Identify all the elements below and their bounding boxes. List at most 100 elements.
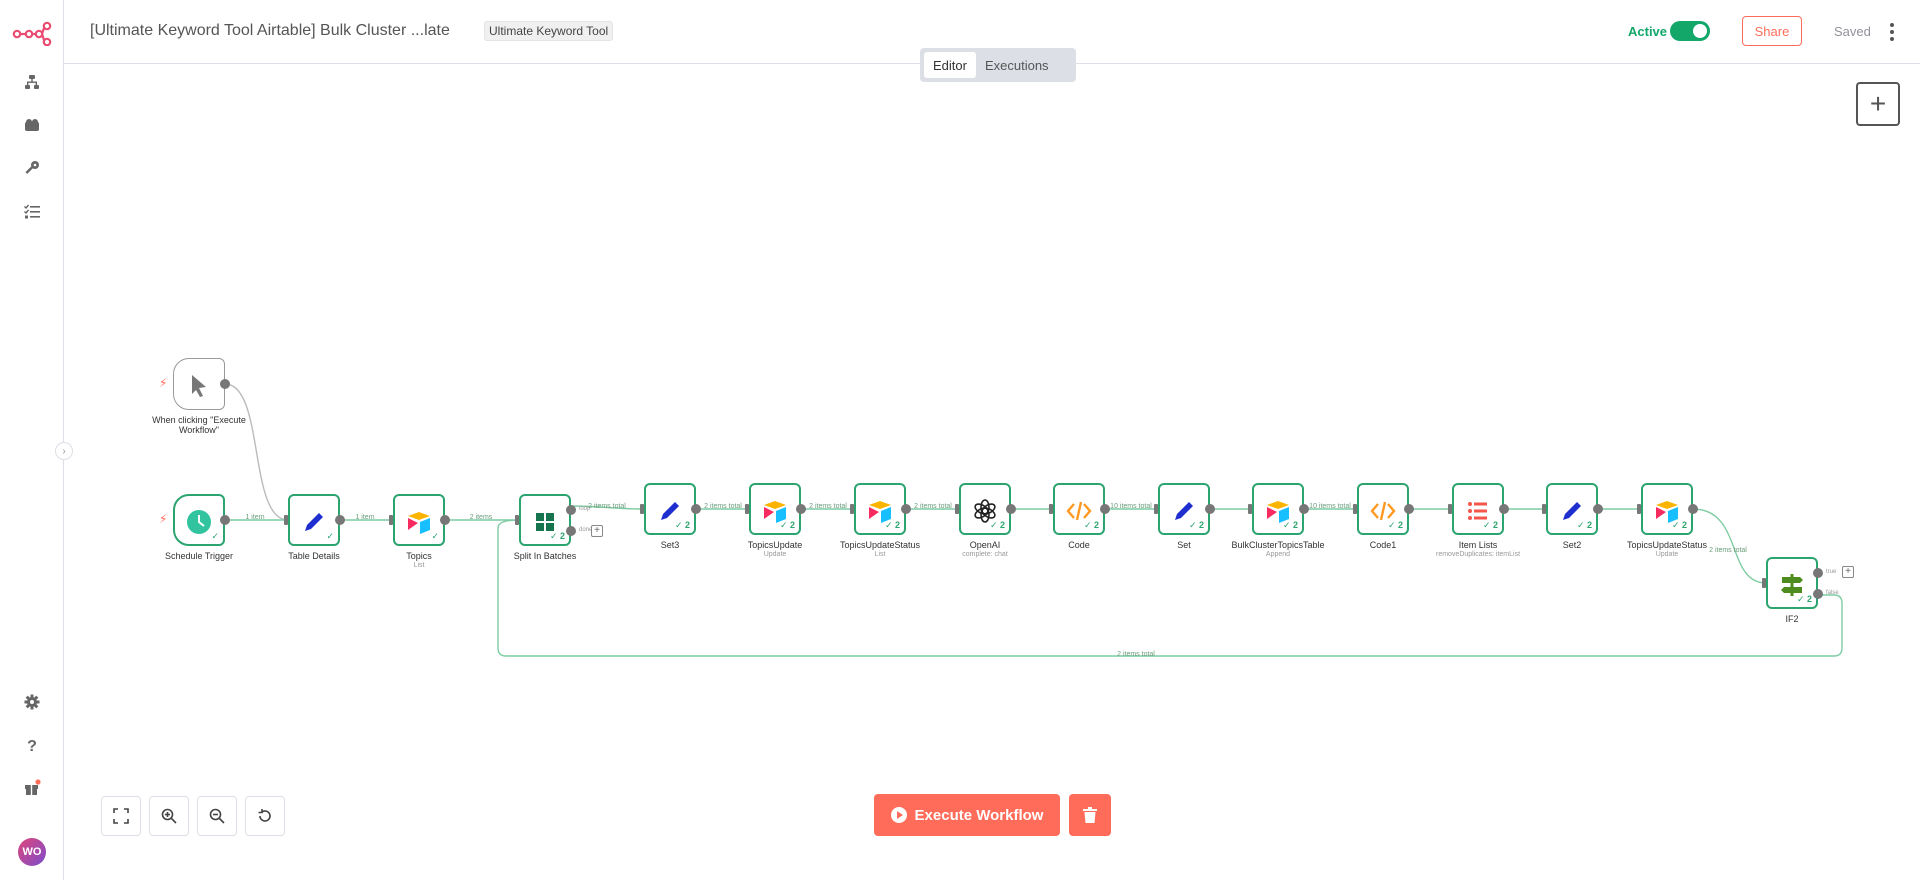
workflow-node[interactable]: ✓ 2 (1546, 483, 1598, 535)
edge-label: 2 items total (914, 503, 952, 510)
output-label: loop (579, 506, 591, 512)
edge-label: 10 items total (1110, 503, 1152, 510)
input-handle[interactable] (1762, 578, 1766, 588)
success-check-icon: ✓ 2 (1576, 520, 1592, 530)
edge-label: 2 items total (809, 503, 847, 510)
node-name: Table Details (288, 551, 340, 561)
node-subtitle: Update (763, 551, 787, 558)
workflow-node[interactable]: ✓ 2 (749, 483, 801, 535)
trigger-bolt-icon: ⚡ (159, 512, 168, 526)
output-handle[interactable] (1100, 504, 1110, 514)
clock-icon (175, 496, 227, 553)
output-handle[interactable] (901, 504, 911, 514)
list-icon (1454, 485, 1506, 542)
output-handle[interactable] (335, 515, 345, 525)
workflow-node[interactable]: ✓ 2 (644, 483, 696, 535)
input-handle[interactable] (1542, 504, 1546, 514)
add-node-plus-icon[interactable]: + (1842, 566, 1854, 578)
node-name: Set3 (660, 540, 680, 550)
workflow-node[interactable]: ✓ (288, 494, 340, 546)
trash-icon (1083, 807, 1097, 823)
output-handle[interactable] (1006, 504, 1016, 514)
airtable-icon (1643, 485, 1695, 542)
output-label: false (1826, 590, 1839, 596)
openai-icon (961, 485, 1013, 542)
edge-label: 10 items total (1309, 503, 1351, 510)
workflow-node[interactable]: ✓ 2 (519, 494, 571, 546)
input-handle[interactable] (745, 504, 749, 514)
pencil-icon (1548, 485, 1600, 542)
delete-execution-button[interactable] (1069, 794, 1111, 836)
workflow-node[interactable]: ✓ (393, 494, 445, 546)
output-handle[interactable] (1205, 504, 1215, 514)
execute-workflow-button[interactable]: Execute Workflow (874, 794, 1060, 836)
workflow-node[interactable] (173, 358, 225, 410)
zoom-out-button[interactable] (197, 796, 237, 836)
output-handle[interactable] (220, 515, 230, 525)
input-handle[interactable] (389, 515, 393, 525)
node-subtitle: List (413, 562, 425, 569)
add-node-plus-icon[interactable]: + (591, 525, 603, 537)
node-subtitle: Append (1265, 551, 1291, 558)
workflow-node[interactable]: ✓ 2 (1158, 483, 1210, 535)
airtable-icon (1254, 485, 1306, 542)
output-handle[interactable] (1688, 504, 1698, 514)
input-handle[interactable] (515, 515, 519, 525)
input-handle[interactable] (284, 515, 288, 525)
output-label: true (1826, 569, 1837, 575)
output-handle[interactable] (1593, 504, 1603, 514)
trigger-bolt-icon: ⚡ (159, 376, 168, 390)
play-icon (890, 807, 907, 823)
input-handle[interactable] (1353, 504, 1357, 514)
workflow-node[interactable]: ✓ 2 (854, 483, 906, 535)
input-handle[interactable] (1448, 504, 1452, 514)
input-handle[interactable] (1049, 504, 1053, 514)
output-handle[interactable] (1499, 504, 1509, 514)
edge-label: 2 items total (1117, 651, 1155, 658)
node-name: Code1 (1369, 540, 1397, 550)
input-handle[interactable] (1637, 504, 1641, 514)
airtable-icon (395, 496, 447, 553)
output-handle[interactable] (220, 379, 230, 389)
success-check-icon: ✓ 2 (1083, 520, 1099, 530)
input-handle[interactable] (850, 504, 854, 514)
output-handle[interactable] (566, 526, 576, 536)
workflow-node[interactable]: ✓ 2 (1641, 483, 1693, 535)
workflow-node[interactable]: ✓ 2 (1766, 557, 1818, 609)
workflow-node[interactable]: ✓ 2 (1357, 483, 1409, 535)
output-handle[interactable] (691, 504, 701, 514)
output-handle[interactable] (796, 504, 806, 514)
workflow-node[interactable]: ✓ 2 (1452, 483, 1504, 535)
workflow-node[interactable]: ✓ 2 (1053, 483, 1105, 535)
node-name: Split In Batches (513, 551, 577, 561)
input-handle[interactable] (1154, 504, 1158, 514)
output-handle[interactable] (440, 515, 450, 525)
output-handle[interactable] (566, 505, 576, 515)
edge-label: 1 item (355, 514, 375, 521)
workflow-node[interactable]: ✓ 2 (1252, 483, 1304, 535)
zoom-in-button[interactable] (149, 796, 189, 836)
node-subtitle: Update (1655, 551, 1679, 558)
reset-zoom-button[interactable] (245, 796, 285, 836)
output-handle[interactable] (1299, 504, 1309, 514)
execute-workflow-label: Execute Workflow (914, 806, 1044, 824)
success-check-icon: ✓ 2 (989, 520, 1005, 530)
success-check-icon: ✓ (326, 531, 334, 541)
input-handle[interactable] (1248, 504, 1252, 514)
fit-view-button[interactable] (101, 796, 141, 836)
output-handle[interactable] (1813, 589, 1823, 599)
node-name: Schedule Trigger (164, 551, 234, 561)
output-handle[interactable] (1404, 504, 1414, 514)
node-name: TopicsUpdate (747, 540, 803, 550)
edge-label: 2 items (469, 514, 493, 521)
success-check-icon: ✓ 2 (1387, 520, 1403, 530)
pencil-icon (290, 496, 342, 553)
code-icon (1055, 485, 1107, 542)
input-handle[interactable] (955, 504, 959, 514)
input-handle[interactable] (640, 504, 644, 514)
workflow-node[interactable]: ✓ 2 (959, 483, 1011, 535)
success-check-icon: ✓ 2 (1482, 520, 1498, 530)
workflow-node[interactable]: ✓ (173, 494, 225, 546)
node-name: When clicking "Execute Workflow" (152, 415, 246, 435)
output-handle[interactable] (1813, 568, 1823, 578)
